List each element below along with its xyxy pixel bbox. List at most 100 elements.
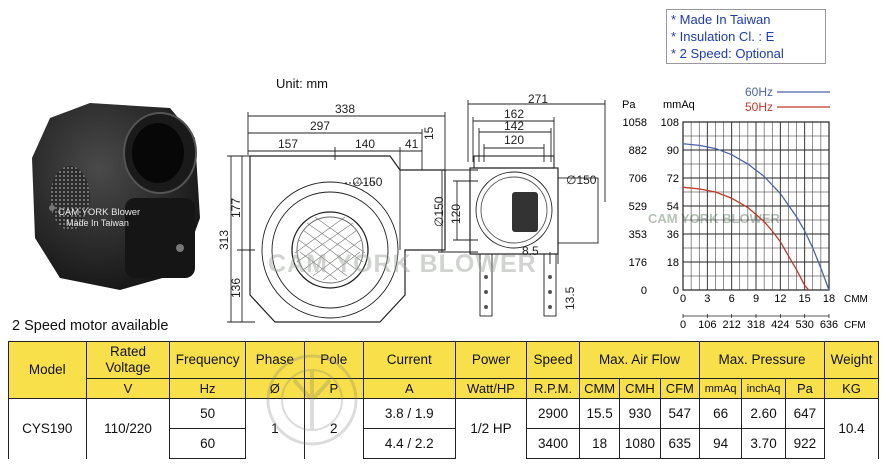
- cell-mmaq: 66: [698, 398, 743, 429]
- photo-origin-label: Made In Taiwan: [66, 218, 129, 228]
- unit-inchaq: inchAq: [741, 378, 786, 399]
- cell-inchaq: 2.60: [741, 398, 786, 429]
- front-dim-157: 157: [278, 137, 298, 151]
- cell-voltage: 110/220: [85, 398, 171, 459]
- header-pressure: Max. Pressure: [698, 341, 826, 379]
- cell-speed: 2900: [526, 398, 580, 429]
- cell-mmaq: 94: [698, 428, 743, 459]
- side-dim-dia-150: ∅150: [432, 196, 446, 227]
- table-row: CYS190 110/220 50 1 2 3.8 / 1.9 1/2 HP 2…: [8, 398, 879, 459]
- x-tick-cfm: 106: [698, 319, 716, 331]
- cell-freq: 60: [169, 428, 246, 459]
- cell-pole: 2: [303, 398, 364, 459]
- x-tick-cmm: 12: [774, 293, 786, 305]
- x-tick-cmm: 15: [799, 293, 811, 305]
- watermark-text: CAM YORK BLOWER: [268, 250, 537, 278]
- cell-phase: 1: [244, 398, 305, 459]
- cell-cfm: 635: [659, 428, 700, 459]
- y-right-unit: mmAq: [663, 99, 695, 111]
- x-tick-cmm: 6: [729, 293, 735, 305]
- series-50hz-line: [682, 186, 810, 291]
- side-view-drawing: 271 162 142 120 ∅150 120 ∅150 8.5 13.5: [432, 92, 606, 317]
- cell-pa: 922: [784, 428, 826, 459]
- y-tick-pa: 882: [629, 145, 647, 157]
- chart-x-ticks: 0 0 3 106 6 212 9 318 12 424 15 530 18 636: [680, 293, 838, 331]
- side-dim-142: 142: [504, 119, 524, 133]
- front-dim-41: 41: [405, 137, 419, 151]
- unit-mmaq: mmAq: [698, 378, 743, 399]
- front-outlet-dia: ∅150: [352, 175, 383, 189]
- legend-60hz-label: 60Hz: [745, 85, 773, 99]
- speed-caption: 2 Speed motor available: [12, 318, 169, 334]
- cell-cmh: 1080: [619, 428, 661, 459]
- x-tick-cfm: 318: [747, 319, 765, 331]
- y-tick-pa: 0: [641, 285, 647, 297]
- x-tick-cmm: 18: [823, 293, 835, 305]
- cell-freq: 50: [169, 398, 246, 429]
- y-tick-pa: 176: [629, 257, 647, 269]
- x-tick-cfm: 636: [820, 319, 838, 331]
- header-current: Current: [362, 341, 456, 379]
- y-tick-mmaq: 108: [661, 117, 679, 129]
- cell-cmm: 18: [578, 428, 621, 459]
- note-insulation: * Insulation Cl. : E: [671, 29, 775, 44]
- y-tick-pa: 706: [629, 173, 647, 185]
- unit-pa: Pa: [784, 378, 826, 399]
- front-dim-297: 297: [310, 119, 330, 133]
- front-dim-338: 338: [335, 102, 355, 116]
- header-pole: Pole: [303, 341, 364, 379]
- side-dim-271: 271: [528, 92, 548, 106]
- spec-notes: * Made In Taiwan * Insulation Cl. : E * …: [666, 9, 826, 64]
- unit-cmh: CMH: [619, 378, 661, 399]
- unit-speed: R.P.M.: [526, 378, 580, 399]
- header-phase: Phase: [244, 341, 305, 379]
- x-tick-cfm: 212: [722, 319, 740, 331]
- y-tick-pa: 1058: [623, 117, 647, 129]
- header-air-flow: Max. Air Flow: [578, 341, 700, 379]
- unit-weight: KG: [824, 378, 879, 399]
- y-tick-mmaq: 36: [667, 229, 679, 241]
- side-dim-13-5: 13.5: [563, 286, 577, 310]
- front-view-drawing: 338 297 157 140 41 15 313 177 136 ∅150: [217, 102, 446, 323]
- x-tick-cfm: 530: [795, 319, 813, 331]
- y-tick-mmaq: 54: [667, 201, 679, 213]
- note-made-in-taiwan: * Made In Taiwan: [671, 12, 771, 27]
- unit-frequency: Hz: [169, 378, 246, 399]
- header-model: Model: [8, 341, 87, 399]
- header-speed: Speed: [526, 341, 580, 379]
- y-tick-pa: 529: [629, 201, 647, 213]
- cell-pa: 647: [784, 398, 826, 429]
- y-tick-mmaq: 72: [667, 173, 679, 185]
- x-tick-cmm: 3: [704, 293, 710, 305]
- side-inlet-dia: ∅150: [566, 173, 597, 187]
- x-tick-cmm: 0: [680, 293, 686, 305]
- cell-current: 4.4 / 2.2: [362, 428, 456, 459]
- cell-power: 1/2 HP: [454, 398, 528, 459]
- unit-phase: Ø: [244, 378, 305, 399]
- cell-cmm: 15.5: [578, 398, 621, 429]
- cell-model: CYS190: [8, 398, 87, 459]
- x-tick-cmm: 9: [753, 293, 759, 305]
- cell-cmh: 930: [619, 398, 661, 429]
- side-dim-120: 120: [504, 133, 524, 147]
- legend-50hz-label: 50Hz: [745, 100, 773, 114]
- front-dim-177: 177: [229, 198, 243, 218]
- cell-inchaq: 3.70: [741, 428, 786, 459]
- note-two-speed: * 2 Speed: Optional: [671, 46, 784, 61]
- header-voltage: Rated Voltage: [85, 341, 171, 379]
- front-dim-136: 136: [229, 278, 243, 298]
- x-cfm-unit: CFM: [844, 320, 866, 331]
- y-left-unit: Pa: [622, 99, 636, 111]
- blower-photo: CAM YORK Blower Made In Taiwan: [32, 103, 200, 290]
- unit-label: Unit: mm: [276, 76, 328, 91]
- unit-pole: P: [303, 378, 364, 399]
- unit-cmm: CMM: [578, 378, 621, 399]
- y-tick-mmaq: 18: [667, 257, 679, 269]
- unit-cfm: CFM: [659, 378, 700, 399]
- spec-table: Model Rated Voltage Frequency Phase Pole…: [8, 341, 879, 459]
- y-tick-pa: 353: [629, 229, 647, 241]
- x-tick-cfm: 0: [680, 319, 686, 331]
- performance-chart: 1081058908827270654529363531817600 00310…: [622, 85, 868, 331]
- cell-current: 3.8 / 1.9: [362, 398, 456, 429]
- header-weight: Weight: [824, 341, 879, 379]
